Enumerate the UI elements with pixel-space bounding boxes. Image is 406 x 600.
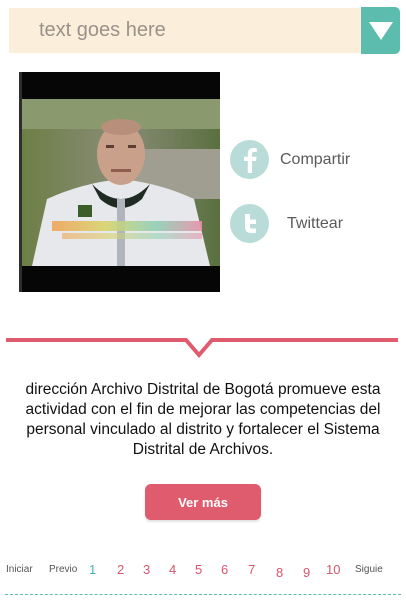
section-divider (6, 338, 398, 359)
search-input[interactable] (9, 8, 361, 53)
pagination-next[interactable]: Siguie (355, 564, 383, 575)
pagination-first[interactable]: Iniciar (6, 564, 33, 575)
facebook-share-label: Compartir (280, 150, 351, 168)
description-text: dirección Archivo Distrital de Bogotá pr… (25, 381, 381, 458)
twitter-share[interactable]: Twittear (230, 204, 343, 243)
page-2[interactable]: 2 (117, 562, 124, 577)
ver-mas-button[interactable]: Ver más (145, 484, 261, 520)
video-thumbnail[interactable] (19, 72, 220, 292)
twitter-icon (230, 204, 269, 243)
pagination: Iniciar Previo 1 2 3 4 5 6 7 8 9 10 Sigu… (0, 558, 406, 582)
twitter-share-label: Twittear (287, 214, 344, 232)
page-3[interactable]: 3 (143, 562, 150, 577)
facebook-icon (230, 140, 269, 179)
page-1[interactable]: 1 (89, 562, 96, 577)
pagination-prev[interactable]: Previo (49, 564, 77, 575)
page-8[interactable]: 8 (276, 565, 283, 580)
video-frame-image (22, 99, 220, 266)
dropdown-button[interactable] (361, 7, 400, 54)
search-bar (9, 8, 361, 53)
page-9[interactable]: 9 (303, 565, 310, 580)
triangle-down-icon (368, 21, 393, 40)
page-4[interactable]: 4 (169, 562, 176, 577)
page-6[interactable]: 6 (221, 562, 228, 577)
facebook-share[interactable]: Compartir (230, 140, 350, 179)
page-5[interactable]: 5 (195, 562, 202, 577)
page-10[interactable]: 10 (326, 562, 340, 577)
footer-dashed-line (5, 594, 401, 595)
page-7[interactable]: 7 (248, 562, 255, 577)
